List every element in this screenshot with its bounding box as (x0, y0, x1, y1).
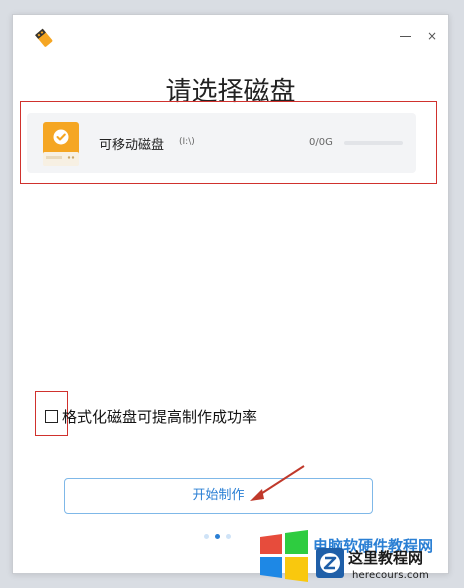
page-indicator (204, 534, 231, 539)
format-option-label: 格式化磁盘可提高制作成功率 (62, 407, 258, 426)
disk-capacity: 0/0G (309, 137, 333, 148)
minimize-button[interactable] (399, 29, 413, 43)
disk-list-item[interactable]: 可移动磁盘 (I:\) 0/0G (27, 113, 416, 173)
page-dot[interactable] (226, 534, 231, 539)
watermark-domain: herecours.com (352, 570, 429, 581)
disk-path: (I:\) (179, 137, 195, 147)
disk-name: 可移动磁盘 (99, 138, 165, 153)
page-dot[interactable] (215, 534, 220, 539)
watermark-brand: 这里教程网 (348, 549, 424, 567)
brand-z-logo-icon (316, 548, 344, 578)
windows-logo-icon (260, 530, 308, 582)
removable-disk-icon (43, 122, 79, 166)
format-checkbox[interactable] (45, 409, 58, 423)
close-button[interactable]: × (425, 29, 439, 43)
start-button[interactable]: 开始制作 (64, 478, 373, 514)
format-option[interactable]: 格式化磁盘可提高制作成功率 (45, 406, 257, 426)
page-dot[interactable] (204, 534, 209, 539)
usb-drive-app-icon (35, 28, 53, 47)
disk-usage-bar (344, 141, 403, 145)
